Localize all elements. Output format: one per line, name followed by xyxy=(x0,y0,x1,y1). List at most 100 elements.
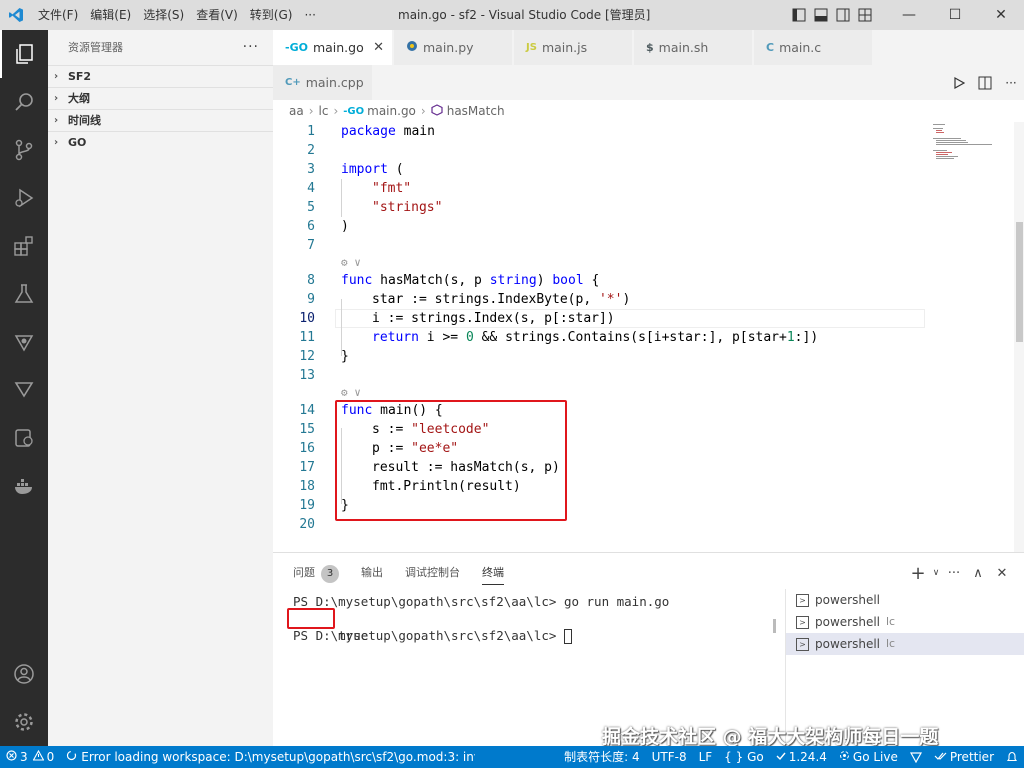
editor-scrollbar[interactable] xyxy=(1014,122,1024,552)
go-live-status[interactable]: Go Live xyxy=(833,746,904,768)
sidebar-title-text: 资源管理器 xyxy=(68,41,123,54)
tab-debug-console[interactable]: 调试控制台 xyxy=(405,561,460,585)
encoding-status[interactable]: UTF-8 xyxy=(646,746,693,768)
scrollbar-thumb[interactable] xyxy=(1016,222,1023,342)
go-file-icon: -GO xyxy=(285,41,308,54)
code-editor[interactable]: 1 2 3 4 5 6 7 8 9 10 11 12 13 14 15 16 1… xyxy=(273,122,1024,552)
notifications-bell-icon[interactable] xyxy=(1000,746,1024,768)
section-timeline[interactable]: › 时间线 xyxy=(48,109,273,131)
new-terminal-plus-icon[interactable]: + xyxy=(906,561,930,585)
menu-selection[interactable]: 选择(S) xyxy=(137,0,190,30)
tab-main-py[interactable]: main.py xyxy=(394,30,513,65)
maximize-panel-icon[interactable]: ∧ xyxy=(966,561,990,585)
menu-more[interactable]: ··· xyxy=(298,0,321,30)
docker-icon[interactable] xyxy=(0,462,48,510)
vscode-logo-icon xyxy=(0,0,32,30)
more-actions-icon[interactable]: ··· xyxy=(998,65,1024,100)
breadcrumb-folder-aa[interactable]: aa xyxy=(289,104,304,118)
tab-main-js[interactable]: JS main.js xyxy=(514,30,633,65)
tab-problems[interactable]: 问题 3 xyxy=(293,561,339,585)
prettier-status[interactable]: Prettier xyxy=(928,746,1000,768)
tab-output[interactable]: 输出 xyxy=(361,561,383,585)
extensions-icon[interactable] xyxy=(0,222,48,270)
close-panel-icon[interactable]: ✕ xyxy=(990,561,1014,585)
language-mode-status[interactable]: { } Go xyxy=(718,746,770,768)
tab-close-icon[interactable]: ✕ xyxy=(373,40,384,55)
sidebar-title: 资源管理器 ··· xyxy=(48,30,273,65)
string-literal: '*' xyxy=(598,292,623,307)
tab-main-c[interactable]: C main.c xyxy=(754,30,873,65)
explorer-icon[interactable] xyxy=(0,30,48,78)
accounts-icon[interactable] xyxy=(0,650,48,698)
toggle-panel-icon[interactable] xyxy=(810,0,832,30)
code-line: package main xyxy=(341,122,435,141)
code-line: return i >= 0 && strings.Contains(s[i+st… xyxy=(372,328,818,347)
tab-label: main.cpp xyxy=(305,75,364,90)
tab-main-cpp[interactable]: C+ main.cpp xyxy=(273,65,373,100)
source-control-icon[interactable] xyxy=(0,126,48,174)
section-outline[interactable]: › 大纲 xyxy=(48,87,273,109)
terminal-item-selected[interactable]: > powershell lc xyxy=(786,633,1024,655)
go-debug-icon[interactable] xyxy=(0,318,48,366)
problems-status[interactable]: 3 0 xyxy=(0,746,60,768)
go-version-status[interactable]: 1.24.4 xyxy=(770,746,833,768)
workspace-error-status[interactable]: Error loading workspace: D:\mysetup\gopa… xyxy=(60,746,475,768)
split-editor-icon[interactable] xyxy=(972,65,998,100)
toggle-sidebar-icon[interactable] xyxy=(788,0,810,30)
terminal-scrollbar[interactable] xyxy=(773,619,776,633)
breadcrumb-symbol[interactable]: hasMatch xyxy=(447,104,505,118)
filter-icon[interactable] xyxy=(0,366,48,414)
section-sf2[interactable]: › SF2 xyxy=(48,65,273,87)
codelens-debug-icon[interactable]: ⚙︎ ∨ xyxy=(341,253,361,272)
terminal-name: powershell xyxy=(815,637,880,651)
section-label: GO xyxy=(68,135,87,149)
sidebar-more-button[interactable]: ··· xyxy=(243,30,259,65)
terminal-prompt: PS D:\mysetup\gopath\src\sf2\aa\lc> xyxy=(293,594,564,609)
tab-size-status[interactable]: 制表符长度: 4 xyxy=(558,746,646,768)
tab-main-go[interactable]: -GO main.go ✕ xyxy=(273,30,393,65)
panel-more-icon[interactable]: ··· xyxy=(942,561,966,585)
c-file-icon: C xyxy=(766,41,775,54)
run-debug-icon[interactable] xyxy=(0,174,48,222)
menu-go[interactable]: 转到(G) xyxy=(244,0,299,30)
remote-explorer-icon[interactable] xyxy=(0,414,48,462)
code-text: { xyxy=(583,273,600,288)
code-text: i >= xyxy=(418,330,466,345)
minimize-button[interactable]: — xyxy=(886,0,932,30)
terminal-cwd: lc xyxy=(886,615,896,628)
menu-edit[interactable]: 编辑(E) xyxy=(84,0,137,30)
section-go[interactable]: › GO xyxy=(48,131,273,153)
terminal-dropdown-icon[interactable]: ∨ xyxy=(930,561,942,585)
eol-status[interactable]: LF xyxy=(693,746,719,768)
warning-icon xyxy=(32,746,45,768)
customize-layout-icon[interactable] xyxy=(854,0,876,30)
menu-file[interactable]: 文件(F) xyxy=(32,0,84,30)
line-number: 18 xyxy=(299,479,315,494)
minimap[interactable] xyxy=(928,122,1008,182)
menu-view[interactable]: 查看(V) xyxy=(190,0,244,30)
chevron-right-icon: › xyxy=(333,104,339,118)
red-highlight-box xyxy=(335,400,567,521)
breadcrumb-folder-lc[interactable]: lc xyxy=(319,104,329,118)
terminal-item[interactable]: > powershell lc xyxy=(786,611,1024,633)
settings-gear-icon[interactable] xyxy=(0,698,48,746)
terminal-output[interactable]: PS D:\mysetup\gopath\src\sf2\aa\lc> go r… xyxy=(287,593,669,644)
bottom-panel: 问题 3 输出 调试控制台 终端 + ∨ ··· ∧ ✕ PS D:\mysetu… xyxy=(273,552,1024,747)
line-number: 19 xyxy=(299,498,315,513)
testing-icon[interactable] xyxy=(0,270,48,318)
error-icon xyxy=(6,746,17,768)
tab-terminal[interactable]: 终端 xyxy=(482,561,504,585)
tab-main-sh[interactable]: $ main.sh xyxy=(634,30,753,65)
breadcrumb-file[interactable]: main.go xyxy=(367,104,416,118)
keyword: package xyxy=(341,124,396,139)
maximize-button[interactable]: ☐ xyxy=(932,0,978,30)
go-debug-status-icon[interactable] xyxy=(904,746,928,768)
close-window-button[interactable]: ✕ xyxy=(978,0,1024,30)
terminal-item[interactable]: > powershell xyxy=(786,589,1024,611)
search-icon[interactable] xyxy=(0,78,48,126)
warning-count: 0 xyxy=(46,750,55,764)
toggle-secondary-sidebar-icon[interactable] xyxy=(832,0,854,30)
tab-label: 问题 xyxy=(293,566,315,579)
run-file-icon[interactable] xyxy=(946,65,972,100)
code-text: :]) xyxy=(794,330,819,345)
